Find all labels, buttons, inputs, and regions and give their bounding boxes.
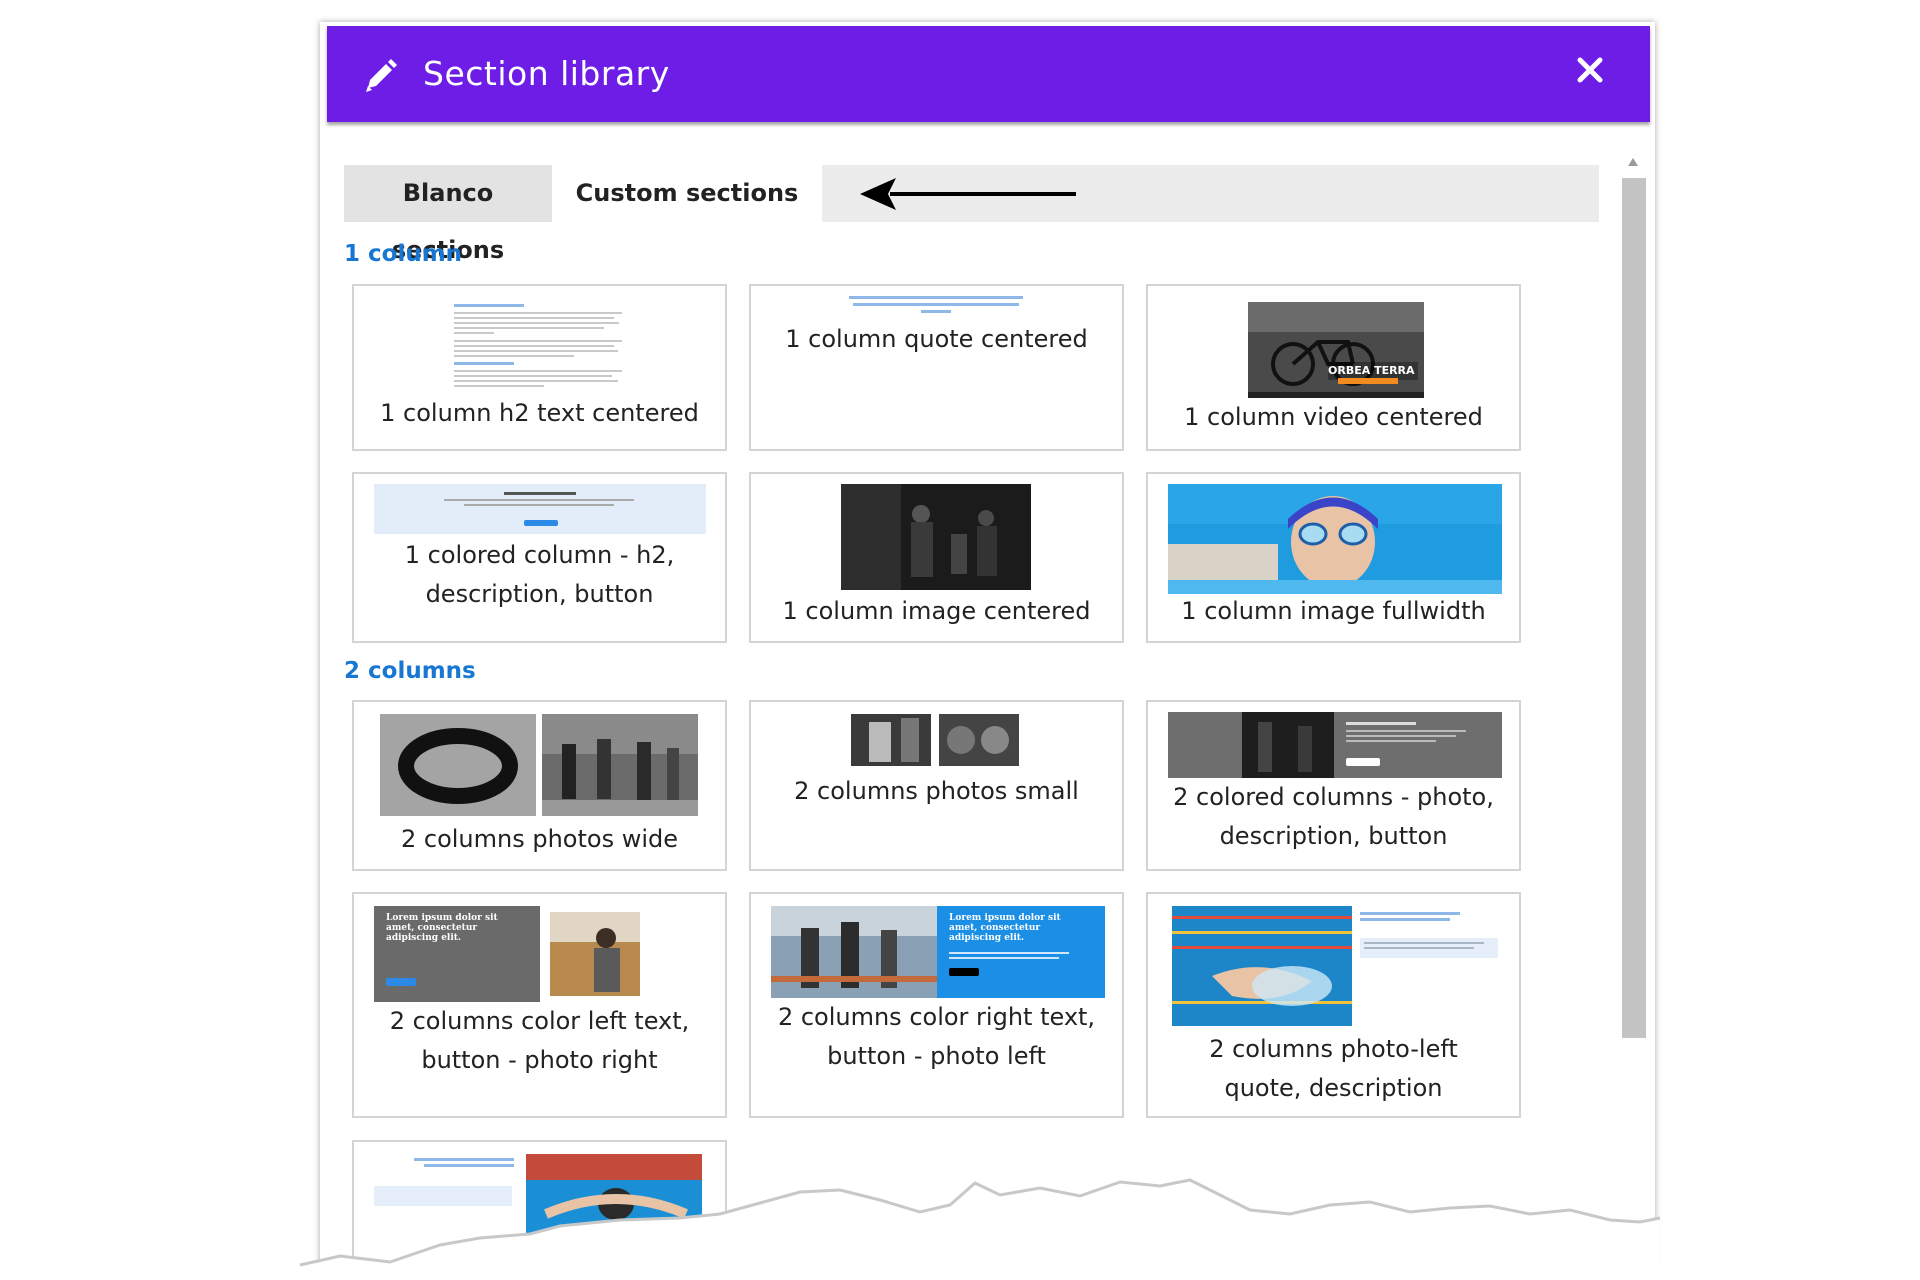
dialog-header: Section library: [327, 26, 1650, 122]
thumbnail-video-caption: ORBEA TERRA: [1328, 364, 1415, 377]
thumbnail-photo-swimmer-butterfly: [526, 1154, 702, 1254]
thumbnail-photo-runners: [542, 714, 698, 816]
thumbnail-text-lines: [454, 304, 624, 392]
card-label: 1 column image centered: [782, 597, 1091, 625]
card-label: 2 colored columns - photo, description, …: [1173, 783, 1494, 850]
section-library-dialog: Section library Blanco sections Custom s…: [320, 22, 1655, 1267]
section-heading-2-columns: 2 columns: [344, 658, 476, 684]
section-card-2-columns-photo-left-quote[interactable]: 2 columns photo-left quote, description: [1146, 892, 1521, 1118]
scrollbar-thumb[interactable]: [1622, 178, 1646, 1038]
section-card-2-columns-quote-photo-right[interactable]: [352, 1140, 727, 1267]
thumbnail-image-dark: [841, 484, 1031, 590]
thumbnail-color-left-text: Lorem ipsum dolor sit amet, consectetur …: [374, 906, 540, 1002]
thumbnail-video: ORBEA TERRA: [1248, 302, 1424, 398]
thumbnail-quote-left: [374, 1158, 514, 1208]
scrollbar[interactable]: [1620, 154, 1646, 1267]
thumbnail-photo-watch: [380, 714, 536, 816]
dialog-title: Section library: [423, 54, 670, 93]
section-card-1-column-quote-centered[interactable]: 1 column quote centered: [749, 284, 1124, 451]
section-card-1-column-video-centered[interactable]: ORBEA TERRA 1 column video centered: [1146, 284, 1521, 451]
thumbnail-photo-runner: [550, 912, 640, 996]
section-card-1-column-image-centered[interactable]: 1 column image centered: [749, 472, 1124, 643]
card-label: 2 columns photos wide: [400, 825, 679, 853]
card-label: 1 column h2 text centered: [380, 399, 699, 427]
thumbnail-photo-small-right: [939, 714, 1019, 766]
arrow-pointer-icon: [860, 178, 1076, 210]
section-card-2-columns-photos-small[interactable]: 2 columns photos small: [749, 700, 1124, 871]
card-label: 2 columns photo-left quote, description: [1209, 1035, 1458, 1102]
tab-custom-sections[interactable]: Custom sections: [552, 165, 822, 222]
close-icon[interactable]: [1574, 54, 1606, 86]
thumbnail-photo-swimmer-lanes: [1172, 906, 1352, 1026]
section-card-1-column-image-fullwidth[interactable]: 1 column image fullwidth: [1146, 472, 1521, 643]
card-label: 1 column quote centered: [785, 325, 1088, 353]
card-label: 1 colored column - h2, description, butt…: [404, 541, 675, 608]
thumbnail-photo-small-left: [851, 714, 931, 766]
thumbnail-colored-column: [374, 484, 706, 534]
thumbnail-colored-columns: [1168, 712, 1502, 778]
thumbnail-swimmer: [1168, 484, 1502, 594]
section-card-2-columns-color-left-text[interactable]: Lorem ipsum dolor sit amet, consectetur …: [352, 892, 727, 1118]
pencil-icon: [366, 59, 397, 92]
thumbnail-quote-description: [1360, 910, 1500, 970]
thumbnail-quote: [841, 294, 1031, 318]
section-heading-1-column: 1 column: [344, 241, 463, 267]
card-label: 2 columns color left text, button - phot…: [389, 1007, 690, 1074]
card-label: 2 columns photos small: [794, 777, 1079, 805]
section-card-2-columns-photos-wide[interactable]: 2 columns photos wide: [352, 700, 727, 871]
card-label: 1 column image fullwidth: [1181, 597, 1486, 625]
card-label: 2 columns color right text, button - pho…: [777, 1003, 1096, 1070]
tab-blanco-sections[interactable]: Blanco sections: [344, 165, 552, 264]
thumbnail-color-right-text: Lorem ipsum dolor sit amet, consectetur …: [771, 906, 1105, 998]
section-card-2-columns-color-right-text[interactable]: Lorem ipsum dolor sit amet, consectetur …: [749, 892, 1124, 1118]
section-card-1-colored-column[interactable]: 1 colored column - h2, description, butt…: [352, 472, 727, 643]
section-card-2-colored-columns[interactable]: 2 colored columns - photo, description, …: [1146, 700, 1521, 871]
card-label: 1 column video centered: [1184, 403, 1483, 431]
section-card-1-column-h2-text-centered[interactable]: 1 column h2 text centered: [352, 284, 727, 451]
scroll-up-icon[interactable]: [1628, 158, 1638, 166]
